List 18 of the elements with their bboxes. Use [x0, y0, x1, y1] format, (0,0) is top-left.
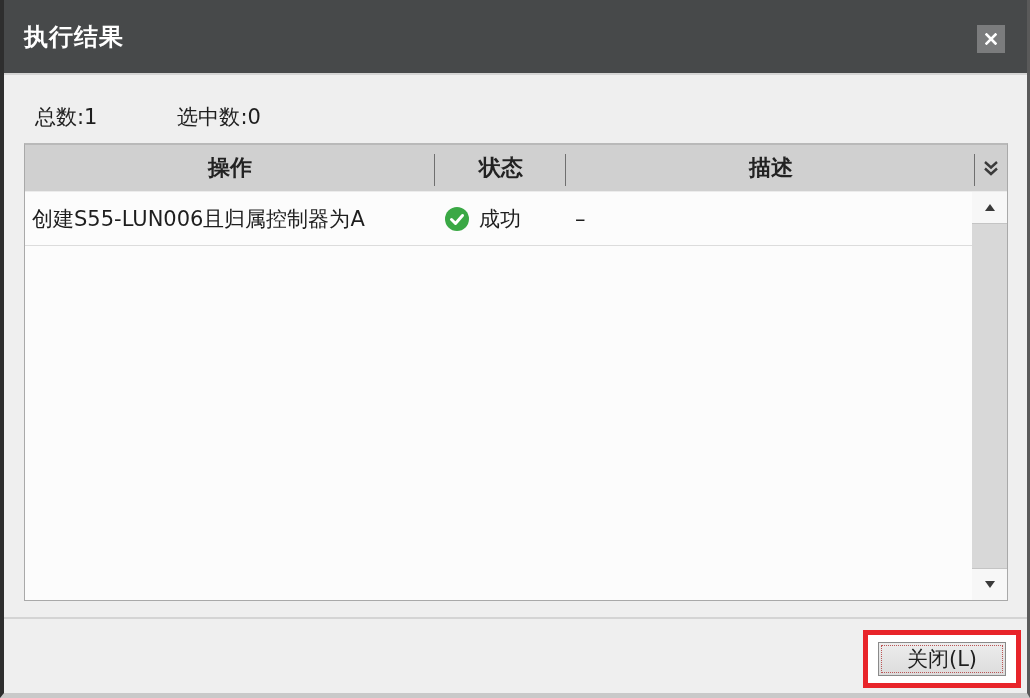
triangle-up-icon — [984, 204, 995, 211]
column-header[interactable]: 操作 — [25, 145, 435, 191]
scroll-up-button[interactable] — [972, 192, 1007, 224]
selected-count: 选中数:0 — [177, 104, 261, 131]
close-dialog-button[interactable]: 关闭(L) — [878, 642, 1006, 676]
column-header[interactable]: 描述 — [566, 145, 975, 191]
window-title: 执行结果 — [24, 21, 124, 53]
scroll-down-button[interactable] — [972, 568, 1007, 600]
scrollbar[interactable] — [972, 192, 1007, 600]
close-button[interactable] — [977, 24, 1005, 53]
table-cell-text: – — [574, 206, 586, 231]
triangle-down-icon — [984, 581, 995, 588]
double-chevron-down-icon — [983, 160, 999, 176]
column-header[interactable]: 状态 — [435, 145, 566, 191]
close-icon — [985, 32, 997, 45]
table-cell-text: 创建S55-LUN006且归属控制器为A — [31, 205, 366, 233]
total-count: 总数:1 — [35, 104, 98, 131]
status-text: 成功 — [479, 205, 521, 233]
